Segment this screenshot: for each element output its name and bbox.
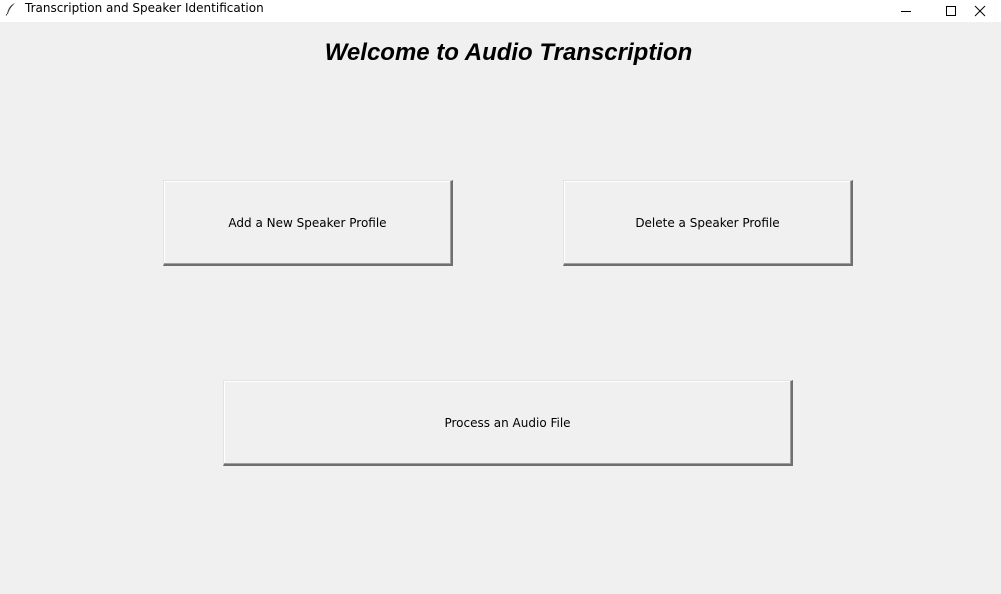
process-audio-file-button[interactable]: Process an Audio File	[223, 380, 793, 466]
minimize-icon	[900, 5, 912, 17]
delete-speaker-profile-button[interactable]: Delete a Speaker Profile	[563, 180, 853, 266]
minimize-button[interactable]	[884, 0, 928, 22]
maximize-icon	[945, 5, 957, 17]
close-button[interactable]	[974, 0, 1001, 22]
title-bar[interactable]: Transcription and Speaker Identification	[0, 0, 1001, 22]
close-icon	[974, 5, 986, 17]
window-title: Transcription and Speaker Identification	[25, 1, 264, 15]
feather-icon	[4, 1, 18, 16]
page-title: Welcome to Audio Transcription	[324, 39, 693, 66]
maximize-button[interactable]	[929, 0, 973, 22]
add-speaker-profile-button[interactable]: Add a New Speaker Profile	[163, 180, 453, 266]
